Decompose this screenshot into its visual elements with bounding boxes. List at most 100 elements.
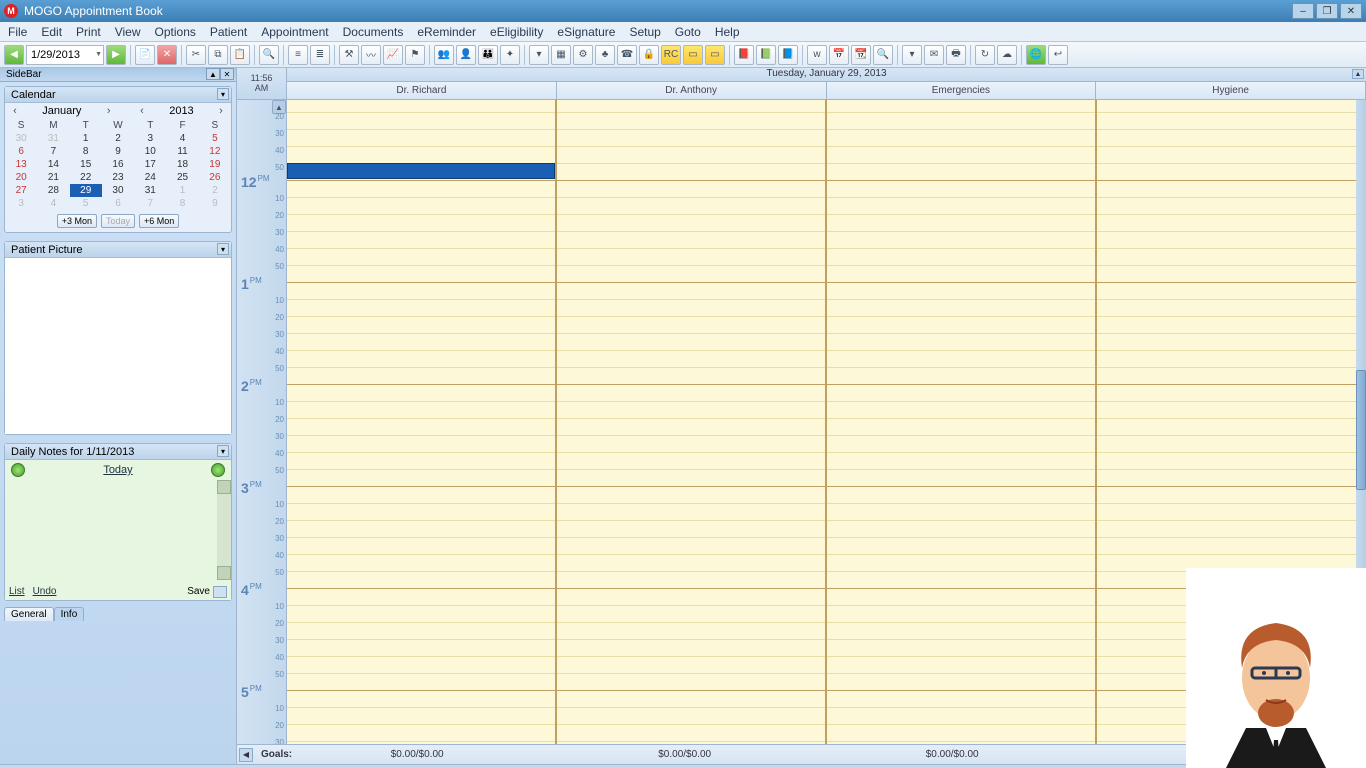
calendar-day[interactable]: 7 [134, 197, 166, 210]
menu-eeligibility[interactable]: eEligibility [490, 25, 543, 39]
calendar-day[interactable]: 1 [70, 132, 102, 145]
copy-icon[interactable]: ⧉ [208, 45, 228, 65]
calendar-day[interactable]: 28 [37, 184, 69, 197]
grid-icon[interactable]: ▦ [551, 45, 571, 65]
calendar-day[interactable]: 6 [5, 145, 37, 158]
hscroll-left-icon[interactable]: ◀ [239, 748, 253, 762]
list-icon[interactable]: ≡ [288, 45, 308, 65]
calendar-day[interactable]: 24 [134, 171, 166, 184]
book2-icon[interactable]: 📗 [756, 45, 776, 65]
chart2-icon[interactable]: 📈 [383, 45, 403, 65]
calendar-day[interactable]: 10 [134, 145, 166, 158]
save-icon[interactable] [213, 586, 227, 598]
book3-icon[interactable]: 📘 [778, 45, 798, 65]
calendar-day[interactable]: 31 [37, 132, 69, 145]
tree-icon[interactable]: ♣ [595, 45, 615, 65]
calendar-day[interactable]: 1 [166, 184, 198, 197]
minimize-button[interactable]: – [1292, 3, 1314, 19]
calendar-day[interactable]: 2 [199, 184, 231, 197]
calendar-day[interactable]: 22 [70, 171, 102, 184]
calendar-day[interactable]: 5 [199, 132, 231, 145]
people-icon[interactable]: 👥 [434, 45, 454, 65]
flag-icon[interactable]: ⚑ [405, 45, 425, 65]
close-button[interactable]: ✕ [1340, 3, 1362, 19]
star-icon[interactable]: ✦ [500, 45, 520, 65]
exit-icon[interactable]: ↩ [1048, 45, 1068, 65]
tab-general[interactable]: General [4, 607, 54, 621]
calendar-day[interactable]: 6 [102, 197, 134, 210]
menu-view[interactable]: View [115, 25, 141, 39]
calendar-day[interactable]: 4 [37, 197, 69, 210]
menu-print[interactable]: Print [76, 25, 101, 39]
column-header[interactable]: Hygiene [1096, 82, 1366, 100]
daily-collapse-icon[interactable]: ▾ [217, 445, 229, 457]
month-label[interactable]: January [42, 105, 81, 117]
year-next-icon[interactable]: › [215, 105, 227, 117]
list-link[interactable]: List [9, 586, 25, 598]
column-header[interactable]: Dr. Richard [287, 82, 557, 100]
calendar-day[interactable]: 31 [134, 184, 166, 197]
lock-icon[interactable]: 🔒 [639, 45, 659, 65]
calendar-day[interactable]: 15 [70, 158, 102, 171]
rc-icon[interactable]: RC [661, 45, 681, 65]
calendar-day[interactable]: 14 [37, 158, 69, 171]
calendar-day[interactable]: 19 [199, 158, 231, 171]
sidebar-pin-icon[interactable]: ▲ [206, 68, 220, 80]
person-icon[interactable]: 👤 [456, 45, 476, 65]
note-icon[interactable]: ▾ [529, 45, 549, 65]
menu-documents[interactable]: Documents [343, 25, 404, 39]
calendar-day[interactable]: 13 [5, 158, 37, 171]
menu-edit[interactable]: Edit [41, 25, 62, 39]
menu-goto[interactable]: Goto [675, 25, 701, 39]
scroll-up-icon[interactable] [217, 480, 231, 494]
web-icon[interactable]: w [807, 45, 827, 65]
menu-file[interactable]: File [8, 25, 27, 39]
zoom-icon[interactable]: 🔍 [259, 45, 279, 65]
refresh-icon[interactable]: ↻ [975, 45, 995, 65]
month-next-icon[interactable]: › [103, 105, 115, 117]
plus6mon-button[interactable]: +6 Mon [139, 214, 179, 228]
cal1-icon[interactable]: 📅 [829, 45, 849, 65]
mail-icon[interactable]: ✉ [924, 45, 944, 65]
save-link[interactable]: Save [187, 586, 210, 598]
menu-options[interactable]: Options [155, 25, 196, 39]
calendar-day[interactable]: 11 [166, 145, 198, 158]
daily-today-link[interactable]: Today [103, 464, 132, 476]
month-prev-icon[interactable]: ‹ [9, 105, 21, 117]
daily-next-icon[interactable] [211, 463, 225, 477]
menu-esignature[interactable]: eSignature [557, 25, 615, 39]
schedule-column[interactable] [827, 100, 1097, 744]
calendar-day[interactable]: 30 [102, 184, 134, 197]
plus3mon-button[interactable]: +3 Mon [57, 214, 97, 228]
calendar-day[interactable]: 7 [37, 145, 69, 158]
delete-icon[interactable]: ✕ [157, 45, 177, 65]
print-icon[interactable]: 🖶 [946, 45, 966, 65]
date-input[interactable] [26, 45, 104, 65]
tab-info[interactable]: Info [54, 607, 85, 621]
calendar-day[interactable]: 16 [102, 158, 134, 171]
calendar-day[interactable]: 12 [199, 145, 231, 158]
tool-icon[interactable]: ⚒ [339, 45, 359, 65]
calendar-day[interactable]: 4 [166, 132, 198, 145]
group-icon[interactable]: 👪 [478, 45, 498, 65]
calendar-day[interactable]: 3 [5, 197, 37, 210]
sidebar-close-icon[interactable]: ✕ [220, 68, 234, 80]
calendar-day[interactable]: 8 [70, 145, 102, 158]
year-label[interactable]: 2013 [169, 105, 193, 117]
globe-icon[interactable]: 🌐 [1026, 45, 1046, 65]
cloud-icon[interactable]: ☁ [997, 45, 1017, 65]
calendar-day[interactable]: 27 [5, 184, 37, 197]
gear-icon[interactable]: ⚙ [573, 45, 593, 65]
undo-link[interactable]: Undo [33, 586, 57, 598]
cal2-icon[interactable]: 📆 [851, 45, 871, 65]
calendar-day[interactable]: 8 [166, 197, 198, 210]
schedule-column[interactable] [287, 100, 557, 744]
cut-icon[interactable]: ✂ [186, 45, 206, 65]
calendar-day[interactable]: 30 [5, 132, 37, 145]
calendar-grid[interactable]: SMTWTFS303112345678910111213141516171819… [5, 119, 231, 210]
book1-icon[interactable]: 📕 [734, 45, 754, 65]
calendar-day[interactable]: 9 [199, 197, 231, 210]
menu-help[interactable]: Help [715, 25, 740, 39]
maximize-button[interactable]: ❐ [1316, 3, 1338, 19]
paste-icon[interactable]: 📋 [230, 45, 250, 65]
